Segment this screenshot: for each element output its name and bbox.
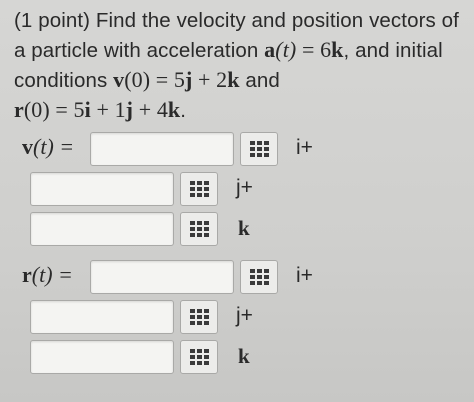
velocity-k-input[interactable] bbox=[31, 213, 173, 245]
r0-arg: (0) = 5 bbox=[23, 97, 85, 122]
v0-arg: (0) = 5 bbox=[124, 67, 185, 92]
position-i-matrix-button[interactable] bbox=[240, 260, 278, 294]
r0-k: k bbox=[167, 97, 181, 122]
problem-page: (1 point) Find the velocity and position… bbox=[0, 0, 474, 402]
position-i-input[interactable] bbox=[91, 261, 233, 293]
r0-plus-1: + 1 bbox=[90, 97, 126, 122]
r0-plus-2: + 4 bbox=[133, 97, 168, 122]
position-j-unit: j+ bbox=[236, 304, 253, 327]
position-k-matrix-button[interactable] bbox=[180, 340, 218, 374]
velocity-label-arg: (t) = bbox=[33, 134, 75, 159]
problem-statement: (1 point) Find the velocity and position… bbox=[14, 6, 464, 125]
problem-end: . bbox=[180, 99, 187, 122]
velocity-i-unit: i+ bbox=[296, 136, 313, 159]
grid-icon bbox=[249, 141, 269, 157]
position-j-field[interactable] bbox=[30, 300, 174, 334]
accel-eq: = 6 bbox=[296, 37, 332, 62]
mid-text-2: and bbox=[239, 69, 280, 92]
velocity-j-field[interactable] bbox=[30, 172, 174, 206]
position-label: r(t) = bbox=[22, 262, 73, 288]
r0-j: j bbox=[125, 97, 134, 122]
grid-icon bbox=[189, 309, 209, 325]
position-j-matrix-button[interactable] bbox=[180, 300, 218, 334]
accel-arg: (t) bbox=[275, 37, 297, 62]
position-i-field[interactable] bbox=[90, 260, 234, 294]
velocity-i-matrix-button[interactable] bbox=[240, 132, 278, 166]
velocity-k-field[interactable] bbox=[30, 212, 174, 246]
velocity-j-matrix-button[interactable] bbox=[180, 172, 218, 206]
grid-icon bbox=[189, 181, 209, 197]
position-i-unit: i+ bbox=[296, 264, 313, 287]
position-label-vec: r bbox=[22, 262, 32, 287]
position-k-input[interactable] bbox=[31, 341, 173, 373]
v0-plus: + 2 bbox=[192, 67, 228, 92]
velocity-i-input[interactable] bbox=[91, 133, 233, 165]
grid-icon bbox=[189, 221, 209, 237]
position-k-unit: k bbox=[238, 344, 250, 368]
accel-vector: a bbox=[264, 37, 276, 62]
velocity-k-unit: k bbox=[238, 216, 250, 240]
position-label-arg: (t) = bbox=[31, 262, 73, 287]
velocity-k-matrix-button[interactable] bbox=[180, 212, 218, 246]
grid-icon bbox=[249, 269, 269, 285]
velocity-label: v(t) = bbox=[22, 134, 74, 160]
accel-k: k bbox=[331, 37, 344, 62]
velocity-i-field[interactable] bbox=[90, 132, 234, 166]
v0-vector: v bbox=[113, 67, 125, 92]
velocity-label-vec: v bbox=[22, 134, 33, 159]
grid-icon bbox=[189, 349, 209, 365]
velocity-j-input[interactable] bbox=[31, 173, 173, 205]
velocity-j-unit: j+ bbox=[236, 176, 253, 199]
position-j-input[interactable] bbox=[31, 301, 173, 333]
position-k-field[interactable] bbox=[30, 340, 174, 374]
v0-k: k bbox=[227, 67, 240, 92]
r0-vector: r bbox=[14, 97, 24, 122]
